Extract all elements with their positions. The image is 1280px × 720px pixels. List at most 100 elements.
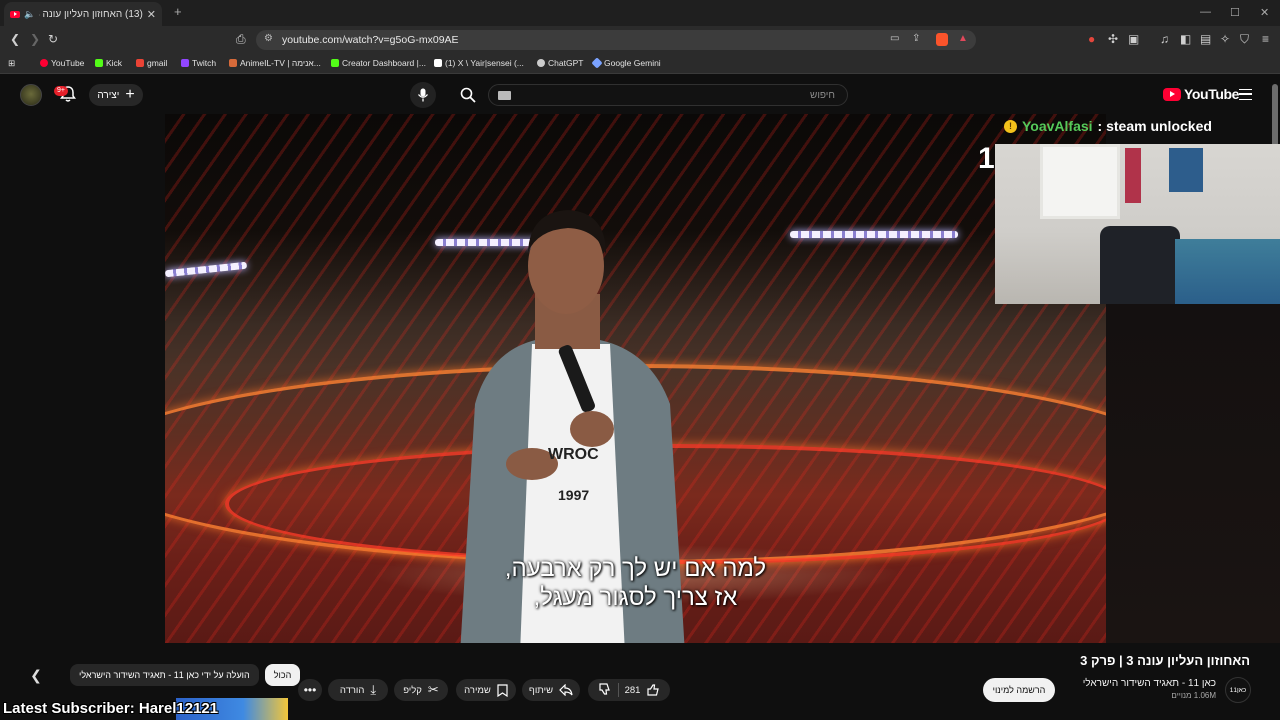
- channel-name[interactable]: כאן 11 - תאגיד השידור הישראלי: [1066, 678, 1216, 689]
- video-player[interactable]: WROC 1997 למה אם יש לך רק ארבעה, אז צריך…: [165, 114, 1106, 643]
- wall-art: [1169, 148, 1203, 192]
- apps-icon[interactable]: ⊞: [8, 58, 15, 69]
- search-button[interactable]: [453, 84, 483, 106]
- keyboard-icon[interactable]: [498, 91, 511, 100]
- thumbs-up-icon[interactable]: [646, 683, 660, 697]
- guide-menu-icon[interactable]: [1239, 89, 1252, 100]
- download-icon: ⤓: [370, 682, 377, 697]
- close-tab-icon[interactable]: ✕: [147, 8, 156, 21]
- back-icon[interactable]: ❮: [10, 32, 20, 46]
- coin-icon: !: [1004, 119, 1017, 133]
- gmail-icon: [136, 59, 144, 67]
- channel-info[interactable]: כאן 11 - תאגיד השידור הישראלי 1.06M מנוי…: [1066, 678, 1216, 700]
- dislike-button[interactable]: [598, 682, 612, 699]
- kick-icon: [331, 59, 339, 67]
- notification-badge: 9+: [54, 86, 68, 96]
- chip-all[interactable]: הכול: [264, 664, 301, 686]
- bookmark-animeil[interactable]: AnimeIL-TV | אנימה...: [229, 58, 321, 68]
- media-icon[interactable]: ♫: [1160, 32, 1169, 46]
- bookmark-gmail[interactable]: gmail: [136, 58, 167, 68]
- brave-rewards-icon[interactable]: ▲: [958, 33, 968, 44]
- bookmark-icon[interactable]: ⎙: [236, 32, 246, 46]
- brave-shield-icon[interactable]: [936, 33, 948, 46]
- channel-subscriber-count: 1.06M מנויים: [1171, 691, 1216, 700]
- thumbs-down-icon: [598, 682, 610, 695]
- player-right-background: [1106, 304, 1280, 643]
- site-info-icon[interactable]: ⚙: [264, 33, 273, 44]
- download-label: הורדה: [339, 684, 365, 696]
- create-label: יצירה: [97, 89, 120, 101]
- alert-message: : steam unlocked: [1097, 118, 1212, 134]
- subtitle-line-2: אז צריך לסגור מעגל,: [533, 584, 738, 611]
- chatgpt-icon: [537, 59, 545, 67]
- download-button[interactable]: הורדה ⤓: [328, 679, 388, 701]
- bookmark-label: Creator Dashboard |...: [342, 58, 426, 68]
- sidebar-icon[interactable]: ◧: [1180, 32, 1191, 46]
- video-corner-text: 1: [978, 142, 995, 175]
- tab-title: (13) האחוזון העליון עונה 3 | פר: [39, 8, 143, 20]
- youtube-logo-text: YouTube: [1184, 86, 1240, 102]
- browser-tab[interactable]: 🔈 (13) האחוזון העליון עונה 3 | פר ✕: [4, 2, 162, 26]
- leo-ai-icon[interactable]: ✧: [1220, 32, 1230, 46]
- divider: [617, 683, 619, 697]
- scissors-icon: ✂: [427, 682, 439, 697]
- bookmark-creator-dashboard[interactable]: Creator Dashboard |...: [331, 58, 426, 68]
- vpn-icon[interactable]: ⛉: [1240, 32, 1249, 46]
- alert-username: YoavAlfasi: [1022, 118, 1093, 134]
- bookmark-label: Google Gemini: [604, 58, 661, 68]
- youtube-play-icon: [1163, 87, 1181, 101]
- address-bar[interactable]: ⚙ youtube.com/watch?v=g5oG-mx09AE ▭ ⇪ ▲: [256, 30, 976, 50]
- video-subtitles: למה אם יש לך רק ארבעה, אז צריך לסגור מעג…: [165, 554, 1106, 612]
- animeil-icon: [229, 59, 237, 67]
- bookmark-label: (1) X \ Yair|sensei (...: [445, 58, 524, 68]
- reload-icon[interactable]: ↻: [48, 32, 58, 46]
- maximize-icon[interactable]: ☐: [1230, 6, 1240, 19]
- menu-icon[interactable]: ≡: [1262, 32, 1269, 46]
- bookmark-label: gmail: [147, 58, 168, 68]
- stage-light: [165, 261, 248, 278]
- bookmark-label: Kick: [106, 58, 123, 68]
- wallet-icon[interactable]: ▤: [1200, 32, 1211, 46]
- voice-search-button[interactable]: [410, 82, 436, 108]
- twitch-icon: [181, 59, 189, 67]
- clip-button[interactable]: קליפ ✂: [394, 679, 448, 701]
- new-tab-icon[interactable]: +: [174, 4, 182, 19]
- forward-icon[interactable]: ❯: [30, 32, 40, 46]
- save-button[interactable]: שמירה: [456, 679, 516, 701]
- bookmark-label: YouTube: [51, 58, 85, 68]
- user-avatar[interactable]: [20, 84, 42, 106]
- browser-nav-bar: ❮ ❯ ↻ ⎙ ⚙ youtube.com/watch?v=g5oG-mx09A…: [0, 26, 1280, 54]
- chips-previous-icon[interactable]: ❮: [28, 667, 44, 683]
- close-window-icon[interactable]: ✕: [1260, 6, 1269, 19]
- related-chips: הועלה על ידי כאן 11 - תאגיד השידור הישרא…: [70, 664, 301, 686]
- share-button[interactable]: שיתוף: [522, 679, 580, 701]
- youtube-logo[interactable]: YouTube: [1163, 86, 1239, 102]
- minimize-icon[interactable]: —: [1200, 6, 1211, 18]
- bookmark-youtube[interactable]: YouTube: [40, 58, 84, 68]
- share-page-icon[interactable]: ⇪: [912, 33, 920, 44]
- save-bookmark-icon: [497, 683, 508, 697]
- extension-box-icon[interactable]: ▣: [1128, 32, 1139, 46]
- chip-uploaded-by[interactable]: הועלה על ידי כאן 11 - תאגיד השידור הישרא…: [70, 664, 259, 686]
- create-button[interactable]: יצירה +: [89, 84, 143, 106]
- bookmark-kick[interactable]: Kick: [95, 58, 122, 68]
- extension-record-icon[interactable]: ●: [1088, 32, 1095, 46]
- bookmark-twitch[interactable]: Twitch: [181, 58, 216, 68]
- channel-avatar[interactable]: כאן11: [1225, 677, 1251, 703]
- player-left-background: [0, 114, 165, 643]
- more-actions-button[interactable]: •••: [298, 679, 322, 701]
- bookmark-chatgpt[interactable]: ChatGPT: [537, 58, 583, 68]
- subscribe-button[interactable]: הרשמה למינוי: [983, 678, 1055, 702]
- youtube-header: 9+ יצירה + חיפוש YouTube: [0, 76, 1280, 114]
- cast-icon[interactable]: ▭: [890, 33, 899, 44]
- url-text: youtube.com/watch?v=g5oG-mx09AE: [282, 34, 459, 46]
- bookmark-x[interactable]: (1) X \ Yair|sensei (...: [434, 58, 524, 68]
- extensions-icon[interactable]: ✣: [1108, 32, 1118, 46]
- bookmark-gemini[interactable]: Google Gemini: [591, 57, 661, 69]
- search-input[interactable]: חיפוש: [488, 84, 848, 106]
- speaker-icon[interactable]: 🔈: [24, 9, 35, 20]
- svg-text:1997: 1997: [558, 487, 589, 503]
- like-count[interactable]: 281: [625, 685, 641, 696]
- bookmarks-bar: ⊞ YouTube Kick gmail Twitch AnimeIL-TV |…: [0, 54, 1280, 74]
- search-placeholder: חיפוש: [810, 90, 835, 101]
